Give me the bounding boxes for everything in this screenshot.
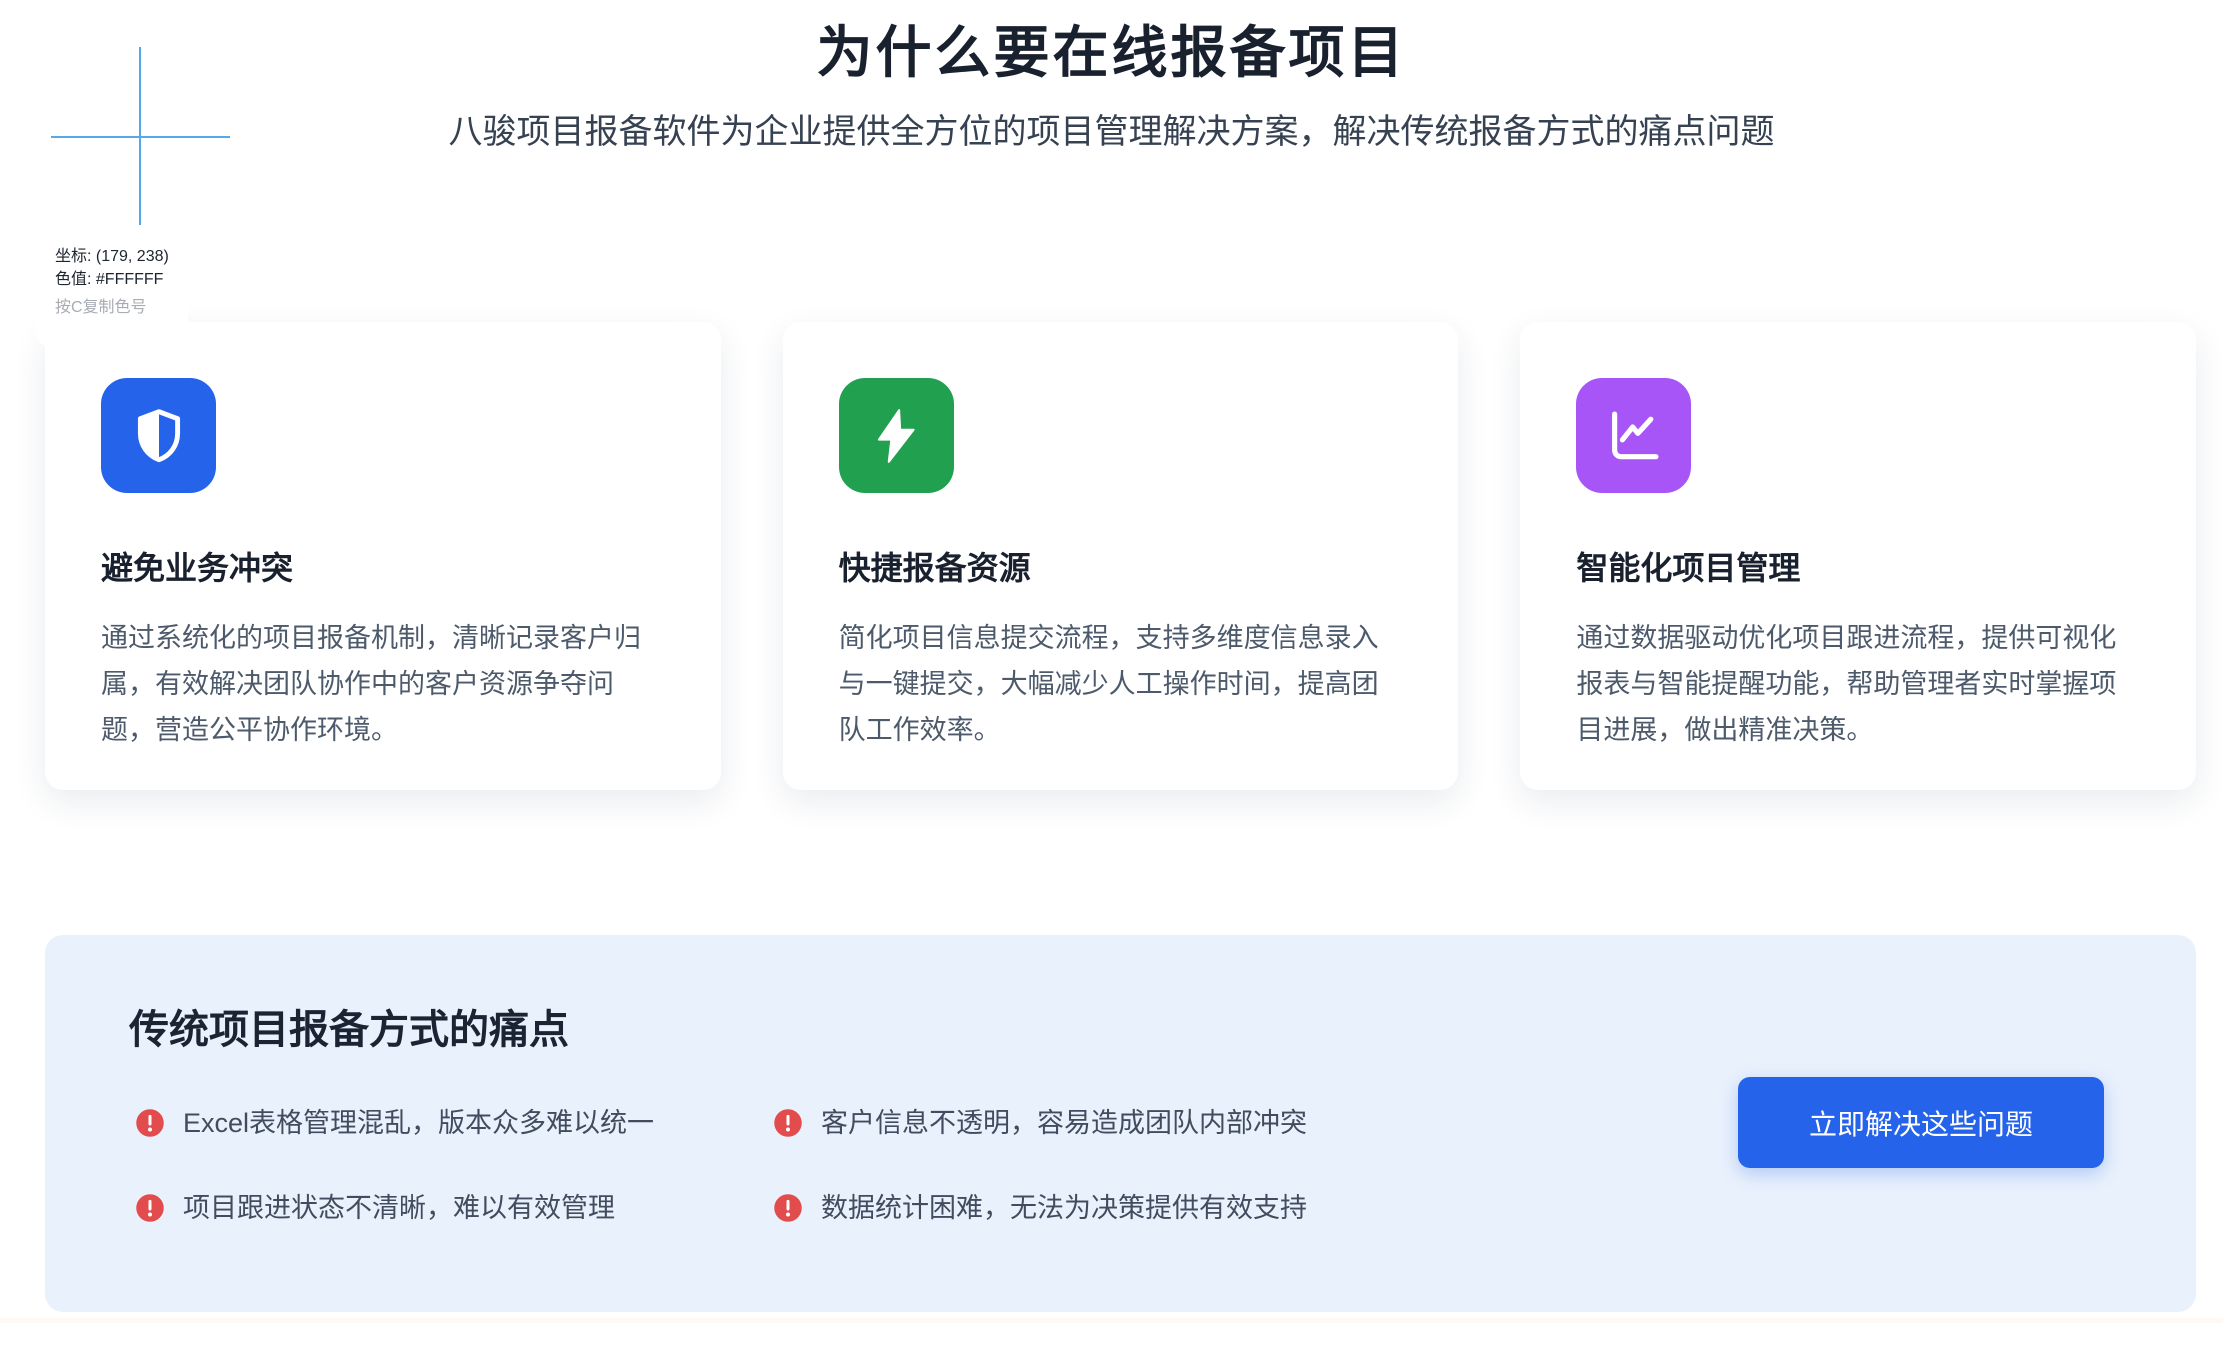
exclamation-circle-icon	[135, 1108, 165, 1138]
pain-point-item: 项目跟进状态不清晰，难以有效管理	[135, 1190, 773, 1226]
feature-title: 快捷报备资源	[839, 543, 1403, 589]
feature-title: 避免业务冲突	[101, 543, 665, 589]
pain-point-text: 客户信息不透明，容易造成团队内部冲突	[821, 1105, 1307, 1141]
picker-color-value: 色值: #FFFFFF	[55, 268, 188, 291]
shield-icon	[101, 378, 216, 493]
chart-line-icon	[1576, 378, 1691, 493]
picker-tooltip: 坐标: (179, 238) 色值: #FFFFFF 按C复制色号	[36, 228, 188, 346]
next-section-edge	[0, 1318, 2223, 1323]
pain-points-panel: 传统项目报备方式的痛点 Excel表格管理混乱，版本众多难以统一 客户信息不透明…	[45, 935, 2196, 1312]
pain-point-text: 数据统计困难，无法为决策提供有效支持	[821, 1190, 1307, 1226]
feature-description: 简化项目信息提交流程，支持多维度信息录入与一键提交，大幅减少人工操作时间，提高团…	[839, 615, 1403, 753]
feature-title: 智能化项目管理	[1576, 543, 2140, 589]
picker-crosshair-horizontal-line	[51, 136, 230, 138]
page-subtitle: 八骏项目报备软件为企业提供全方位的项目管理解决方案，解决传统报备方式的痛点问题	[447, 108, 1777, 157]
feature-card-avoid-conflict: 避免业务冲突 通过系统化的项目报备机制，清晰记录客户归属，有效解决团队协作中的客…	[45, 322, 721, 790]
solve-problems-button[interactable]: 立即解决这些问题	[1738, 1077, 2104, 1168]
exclamation-circle-icon	[773, 1108, 803, 1138]
page-title: 为什么要在线报备项目	[0, 8, 2223, 89]
feature-card-smart-management: 智能化项目管理 通过数据驱动优化项目跟进流程，提供可视化报表与智能提醒功能，帮助…	[1520, 322, 2196, 790]
pain-point-item: 数据统计困难，无法为决策提供有效支持	[773, 1190, 1307, 1226]
exclamation-circle-icon	[135, 1193, 165, 1223]
pain-point-item: 客户信息不透明，容易造成团队内部冲突	[773, 1105, 1307, 1141]
picker-coordinates-value: 坐标: (179, 238)	[55, 245, 188, 268]
feature-description: 通过系统化的项目报备机制，清晰记录客户归属，有效解决团队协作中的客户资源争夺问题…	[101, 615, 665, 753]
feature-cards-row: 避免业务冲突 通过系统化的项目报备机制，清晰记录客户归属，有效解决团队协作中的客…	[45, 322, 2196, 790]
pain-points-list: Excel表格管理混乱，版本众多难以统一 客户信息不透明，容易造成团队内部冲突 …	[135, 1105, 1307, 1226]
exclamation-circle-icon	[773, 1193, 803, 1223]
pain-point-item: Excel表格管理混乱，版本众多难以统一	[135, 1105, 773, 1141]
picker-copy-hint: 按C复制色号	[55, 296, 188, 319]
pain-point-text: Excel表格管理混乱，版本众多难以统一	[183, 1105, 654, 1141]
feature-description: 通过数据驱动优化项目跟进流程，提供可视化报表与智能提醒功能，帮助管理者实时掌握项…	[1576, 615, 2140, 753]
pain-points-title: 传统项目报备方式的痛点	[129, 997, 569, 1055]
feature-card-quick-report: 快捷报备资源 简化项目信息提交流程，支持多维度信息录入与一键提交，大幅减少人工操…	[783, 322, 1459, 790]
lightning-icon	[839, 378, 954, 493]
pain-point-text: 项目跟进状态不清晰，难以有效管理	[183, 1190, 615, 1226]
